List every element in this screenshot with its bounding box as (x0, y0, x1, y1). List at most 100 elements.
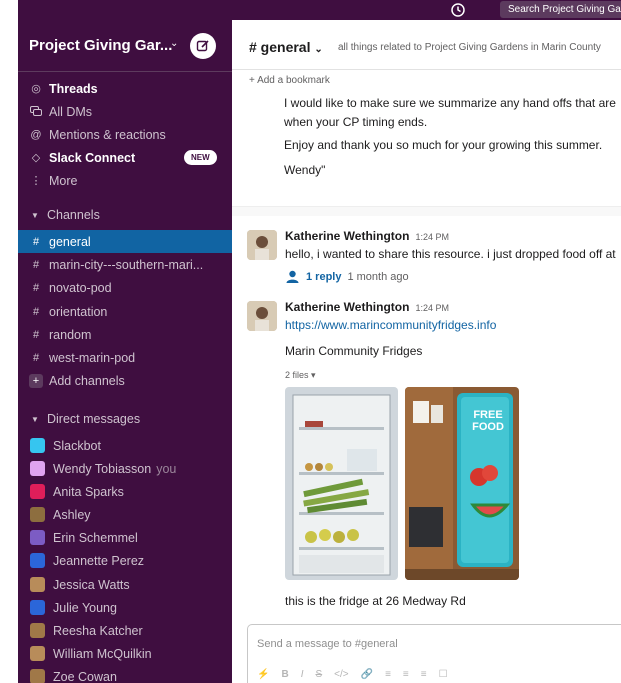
channel-item-novato-pod[interactable]: # novato-pod (18, 276, 232, 299)
sidebar-item-more[interactable]: ⋮ More (18, 169, 232, 192)
message-timestamp[interactable]: 1:24 PM (415, 232, 449, 242)
dm-item-jeannette-perez[interactable]: Jeannette Perez (18, 549, 232, 572)
channel-view: # general ⌄ all things related to Projec… (232, 20, 621, 683)
top-bar: Search Project Giving Gardens (18, 0, 621, 20)
format-toolbar: ⚡ B I S </> 🔗 ≡ ≡ ≡ ☐ (257, 669, 448, 680)
message-link[interactable]: https://www.marincommunityfridges.info (285, 318, 496, 332)
dm-item-ashley[interactable]: Ashley (18, 503, 232, 526)
message-text: when your CP timing ends. (284, 115, 428, 129)
channel-item-west-marin-pod[interactable]: # west-marin-pod (18, 346, 232, 369)
message-timestamp[interactable]: 1:24 PM (415, 303, 449, 313)
message-composer[interactable]: Send a message to #general ⚡ B I S </> 🔗… (247, 624, 621, 683)
dm-item-zoe-cowan[interactable]: Zoe Cowan (18, 665, 232, 683)
channel-item-marin-city[interactable]: # marin-city---southern-mari... (18, 253, 232, 276)
avatar (30, 577, 45, 592)
sidebar-item-mentions[interactable]: @ Mentions & reactions (18, 123, 232, 146)
add-bookmark-button[interactable]: + Add a bookmark (249, 75, 330, 86)
compose-icon (196, 40, 209, 52)
avatar (30, 623, 45, 638)
thread-replies[interactable]: 1 reply 1 month ago (285, 269, 409, 284)
reply-time: 1 month ago (347, 270, 409, 283)
channel-item-general[interactable]: # general (18, 230, 232, 253)
avatar (30, 646, 45, 661)
hash-icon: # (32, 258, 40, 271)
compose-button[interactable] (190, 33, 216, 59)
message-text: this is the fridge at 26 Medway Rd (285, 594, 466, 608)
dms-icon (27, 106, 45, 117)
message-author[interactable]: Katherine Wethington 1:24 PM (285, 300, 449, 314)
hash-icon: # (32, 305, 40, 318)
link-preview-title: Marin Community Fridges (285, 344, 423, 358)
dm-item-julie-young[interactable]: Julie Young (18, 596, 232, 619)
channel-item-random[interactable]: # random (18, 323, 232, 346)
avatar (30, 553, 45, 568)
caret-down-icon: ▼ (31, 210, 39, 220)
chevron-down-icon: ⌄ (314, 44, 323, 55)
sidebar: Project Giving Gar... ⌄ ◎ Threads All DM… (18, 20, 232, 683)
channel-item-orientation[interactable]: # orientation (18, 300, 232, 323)
dm-item-anita-sparks[interactable]: Anita Sparks (18, 480, 232, 503)
slackbot-avatar-icon (30, 438, 45, 453)
fridge-interior-image[interactable] (285, 387, 398, 580)
code-icon[interactable]: </> (334, 669, 348, 680)
user-icon (286, 270, 299, 283)
add-channels-button[interactable]: + Add channels (18, 369, 232, 392)
strikethrough-icon[interactable]: S (315, 669, 322, 680)
sidebar-item-slack-connect[interactable]: ◇ Slack Connect NEW (18, 146, 232, 169)
sidebar-item-all-dms[interactable]: All DMs (18, 100, 232, 123)
dm-item-wendy[interactable]: Wendy Tobiasson you (18, 457, 232, 480)
chevron-down-icon[interactable]: ⌄ (170, 38, 178, 49)
link-icon[interactable]: 🔗 (361, 669, 373, 680)
free-food-fridge-image[interactable]: FREE FOOD (405, 387, 519, 580)
at-icon: @ (30, 128, 42, 141)
message-text: Wendy" (284, 163, 326, 177)
caret-down-icon: ▾ (311, 370, 316, 380)
avatar (30, 507, 45, 522)
search-bar[interactable]: Search Project Giving Gardens (500, 1, 621, 18)
shortcuts-icon[interactable]: ⚡ (257, 669, 269, 680)
dm-item-slackbot[interactable]: Slackbot (18, 434, 232, 457)
message-author[interactable]: Katherine Wethington 1:24 PM (285, 229, 449, 243)
more-icon: ⋮ (30, 175, 42, 187)
free-food-sign-text: FREE FOOD (472, 409, 504, 433)
new-badge: NEW (184, 150, 217, 165)
message-text: I would like to make sure we summarize a… (284, 96, 616, 110)
bold-icon[interactable]: B (281, 669, 288, 680)
connect-icon: ◇ (31, 152, 41, 164)
message-divider (232, 206, 621, 216)
channels-section-header[interactable]: ▼ Channels (18, 204, 232, 226)
blockquote-icon[interactable]: ≡ (421, 669, 427, 680)
threads-icon: ◎ (31, 83, 41, 95)
avatar (30, 530, 45, 545)
avatar[interactable] (247, 230, 277, 260)
plus-icon: + (29, 373, 43, 388)
dm-item-reesha-katcher[interactable]: Reesha Katcher (18, 619, 232, 642)
channel-header: # general ⌄ all things related to Projec… (232, 20, 621, 70)
channel-description: all things related to Project Giving Gar… (338, 42, 601, 53)
clock-icon[interactable] (450, 2, 466, 18)
avatar (30, 484, 45, 499)
dm-item-william-mcquilkin[interactable]: William McQuilkin (18, 642, 232, 665)
channel-title-button[interactable]: # general ⌄ (249, 39, 323, 55)
avatar[interactable] (247, 301, 277, 331)
hash-icon: # (32, 281, 40, 294)
message-input[interactable]: Send a message to #general (257, 638, 398, 650)
avatar (30, 461, 45, 476)
bulleted-list-icon[interactable]: ≡ (403, 669, 409, 680)
caret-down-icon: ▼ (31, 414, 39, 424)
message-text: Enjoy and thank you so much for your gro… (284, 138, 603, 152)
workspace-header[interactable]: Project Giving Gar... ⌄ (18, 20, 232, 72)
dm-item-jessica-watts[interactable]: Jessica Watts (18, 573, 232, 596)
files-toggle[interactable]: 2 files ▾ (285, 370, 316, 381)
avatar (30, 600, 45, 615)
message-text: hello, i wanted to share this resource. … (285, 247, 616, 261)
dm-section-header[interactable]: ▼ Direct messages (18, 408, 232, 430)
dm-item-erin-schemmel[interactable]: Erin Schemmel (18, 526, 232, 549)
workspace-name[interactable]: Project Giving Gar... (29, 37, 172, 54)
reply-count-link[interactable]: 1 reply (306, 271, 341, 283)
hash-icon: # (32, 351, 40, 364)
sidebar-item-threads[interactable]: ◎ Threads (18, 77, 232, 100)
code-block-icon[interactable]: ☐ (439, 669, 448, 680)
italic-icon[interactable]: I (301, 669, 304, 680)
ordered-list-icon[interactable]: ≡ (385, 669, 391, 680)
